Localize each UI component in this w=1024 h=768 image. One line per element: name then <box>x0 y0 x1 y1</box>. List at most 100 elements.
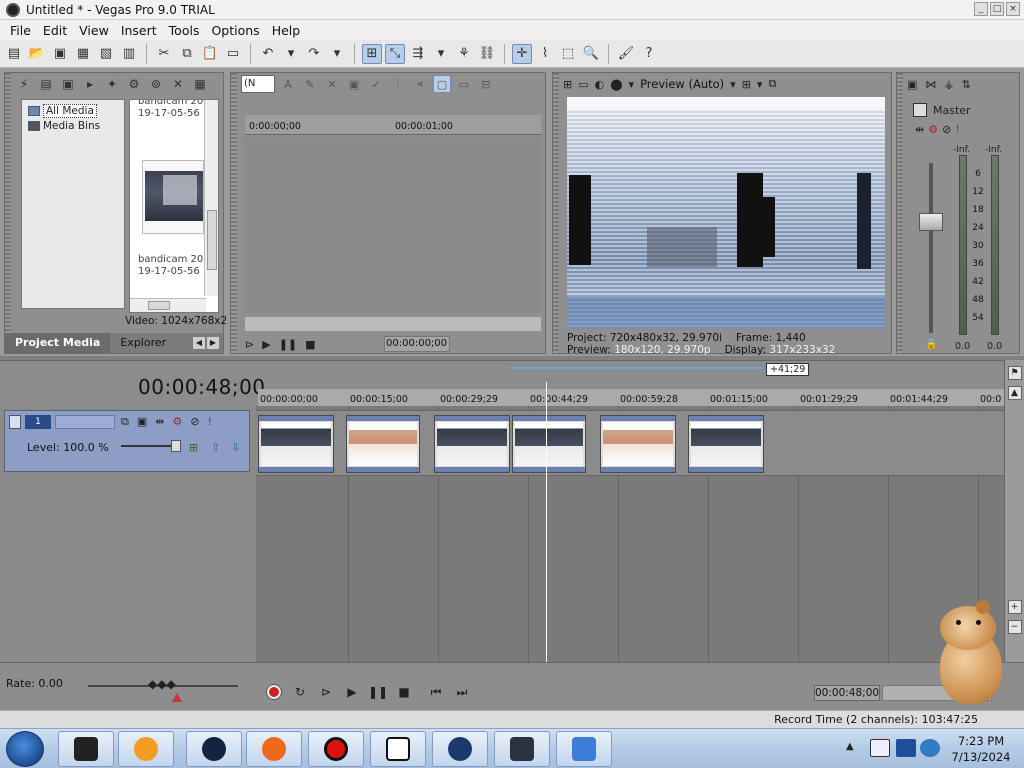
remove-unused-icon[interactable]: ✦ <box>103 75 121 93</box>
ignore-grouping-icon[interactable]: ⛓ <box>477 44 497 64</box>
overlays-icon[interactable]: ⊞ <box>742 78 751 91</box>
fx-icon[interactable]: ⚙ <box>928 123 938 136</box>
snapping-icon[interactable]: ⊞ <box>362 43 382 64</box>
cut-icon[interactable]: ✂ <box>154 44 174 64</box>
show-video-icon[interactable]: ▢ <box>433 75 451 93</box>
trimmer-area[interactable] <box>245 137 541 313</box>
redo-icon[interactable]: ↷ <box>304 44 324 64</box>
play-icon[interactable]: ▶ <box>342 683 362 701</box>
track-level-slider[interactable] <box>121 440 181 452</box>
media-fx-icon[interactable]: ⚙ <box>125 75 143 93</box>
pause-icon[interactable]: ❚❚ <box>368 683 388 701</box>
solo-icon[interactable]: ! <box>955 123 959 136</box>
save-icon[interactable]: ▣ <box>50 44 70 64</box>
lock-envelopes-icon[interactable]: ⚘ <box>454 44 474 64</box>
normal-edit-tool-icon[interactable]: ✛ <box>512 43 532 64</box>
maximize-button[interactable]: □ <box>990 2 1004 16</box>
trimmer-scrollbar[interactable] <box>245 317 541 331</box>
save-trimmer-icon[interactable]: ▣ <box>345 75 363 93</box>
delete-icon[interactable]: ▭ <box>223 44 243 64</box>
parent-overlay-icon[interactable]: ▣ <box>137 415 147 429</box>
copy-snapshot-icon[interactable]: ⧉ <box>768 77 776 91</box>
trimmer-media-select[interactable]: (N <box>241 75 275 93</box>
taskbar-app-firefox[interactable] <box>246 731 302 767</box>
new-project-icon[interactable]: ▤ <box>4 44 24 64</box>
ripple-dropdown-icon[interactable]: ▾ <box>431 44 451 64</box>
dim-output-icon[interactable]: ⚶ <box>944 78 953 91</box>
views-icon[interactable]: ▦ <box>191 75 209 93</box>
track-collapse-icon[interactable] <box>9 415 21 429</box>
minimize-button[interactable]: _ <box>974 2 988 16</box>
make-compositing-child-icon[interactable]: ⇩ <box>231 441 240 454</box>
video-event[interactable] <box>688 415 764 473</box>
bypass-motion-blur-icon[interactable]: ⊞ <box>189 441 198 454</box>
play-from-start-icon[interactable]: ⊳ <box>316 683 336 701</box>
taskbar-app-camera[interactable] <box>432 731 488 767</box>
track-motion-icon[interactable]: ⇹ <box>155 415 164 429</box>
split-screen-icon[interactable]: ◐ <box>595 78 605 91</box>
panel-grip[interactable] <box>897 73 903 353</box>
video-event[interactable] <box>434 415 510 473</box>
mixer-options-icon[interactable]: ⇅ <box>962 78 971 91</box>
tray-vegas-icon[interactable] <box>896 739 916 757</box>
taskbar-app-media-center[interactable] <box>58 731 114 767</box>
show-hidden-icons-icon[interactable]: ▲ <box>846 741 854 752</box>
menu-help[interactable]: Help <box>266 23 307 38</box>
lock-icon[interactable]: 🔒 <box>925 339 937 350</box>
extract-audio-icon[interactable]: ▸ <box>81 75 99 93</box>
external-monitor-icon[interactable]: ▭ <box>578 78 588 91</box>
preview-quality-icon[interactable]: ⬤ <box>610 78 622 91</box>
tray-network-icon[interactable] <box>920 739 940 757</box>
play-icon[interactable]: ▶ <box>262 338 270 351</box>
trimmer-ruler[interactable]: 0:00:00;00 00:00:01;00 <box>245 115 541 135</box>
menu-insert[interactable]: Insert <box>115 23 163 38</box>
auto-crossfade-icon[interactable]: ⤡ <box>385 43 405 64</box>
taskbar-app-7zip[interactable] <box>370 731 426 767</box>
add-to-timeline-icon[interactable]: ⫶ <box>389 75 407 93</box>
go-to-start-icon[interactable]: ⏮ <box>426 683 446 701</box>
dropdown-icon[interactable]: ▾ <box>757 78 763 91</box>
menu-options[interactable]: Options <box>205 23 265 38</box>
video-event[interactable] <box>258 415 334 473</box>
envelope-tool-icon[interactable]: ⌇ <box>535 44 555 64</box>
taskbar-app-bandicam[interactable] <box>308 731 364 767</box>
video-event[interactable] <box>512 415 586 473</box>
undo-dropdown-icon[interactable]: ▾ <box>281 44 301 64</box>
solo-icon[interactable]: ! <box>208 415 212 429</box>
taskbar-clock[interactable]: 7:23 PM 7/13/2024 <box>946 733 1016 765</box>
marker-flag-icon[interactable]: ⚑ <box>1007 366 1022 380</box>
loop-playback-icon[interactable]: ↻ <box>290 683 310 701</box>
master-fader[interactable] <box>919 213 943 231</box>
dropdown-icon[interactable]: ▾ <box>730 78 736 91</box>
track-name-field[interactable] <box>55 415 115 429</box>
record-button[interactable] <box>264 683 284 701</box>
downmix-icon[interactable]: ⋈ <box>925 78 936 91</box>
vegas-app-icon[interactable] <box>6 3 20 17</box>
open-folder-icon[interactable]: 📂 <box>27 44 47 64</box>
zoom-tool-icon[interactable]: 🔍 <box>581 44 601 64</box>
menu-view[interactable]: View <box>73 23 115 38</box>
whats-this-help-icon[interactable]: ? <box>639 44 659 64</box>
menu-file[interactable]: File <box>4 23 37 38</box>
start-button-icon[interactable] <box>6 731 44 767</box>
copy-icon[interactable]: ⧉ <box>177 44 197 64</box>
brush-icon[interactable]: 🖌 <box>616 44 636 64</box>
capture-video-icon[interactable]: ▤ <box>37 75 55 93</box>
add-region-icon[interactable]: ⫷ <box>411 75 429 93</box>
media-horizontal-scrollbar[interactable] <box>130 298 206 312</box>
show-audio-icon[interactable]: ▭ <box>455 75 473 93</box>
dropdown-icon[interactable]: ▾ <box>629 78 635 91</box>
make-compositing-parent-icon[interactable]: ⇧ <box>211 441 220 454</box>
menu-edit[interactable]: Edit <box>37 23 73 38</box>
preview-quality-select[interactable]: Preview (Auto) <box>640 77 724 91</box>
selection-tool-icon[interactable]: ⬚ <box>558 44 578 64</box>
search-media-icon[interactable]: ⊚ <box>147 75 165 93</box>
go-to-end-icon[interactable]: ⏭ <box>452 683 472 701</box>
trimmer-options-icon[interactable]: ⊟ <box>477 75 495 93</box>
video-properties-icon[interactable]: ⊞ <box>563 78 572 91</box>
save-as-icon[interactable]: ▦ <box>73 44 93 64</box>
video-event[interactable] <box>600 415 676 473</box>
pause-icon[interactable]: ❚❚ <box>279 338 297 351</box>
ripple-edit-icon[interactable]: ⇶ <box>408 44 428 64</box>
get-media-icon[interactable]: ▣ <box>59 75 77 93</box>
